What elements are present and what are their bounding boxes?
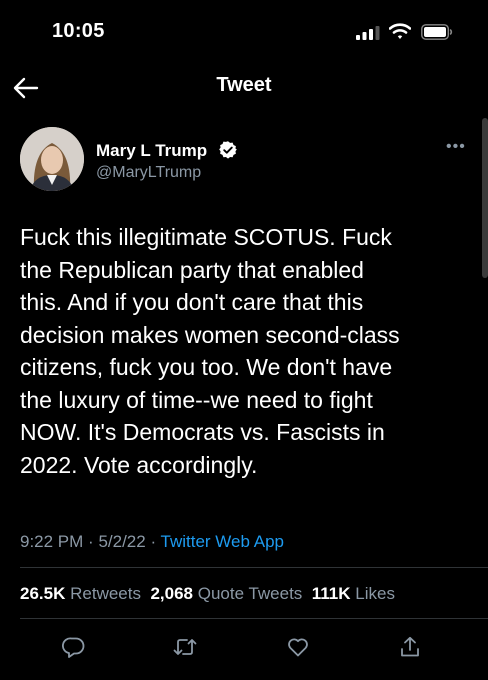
divider xyxy=(20,618,488,619)
nav-bar: Tweet xyxy=(0,66,488,108)
author-handle[interactable]: @MaryLTrump xyxy=(96,164,201,182)
meta-separator: · xyxy=(88,532,99,551)
like-icon[interactable] xyxy=(286,635,310,659)
meta-separator: · xyxy=(150,532,161,551)
tweet-text: Fuck this illegitimate SCOTUS. Fuck the … xyxy=(20,224,400,478)
battery-icon xyxy=(421,24,453,40)
likes-label: Likes xyxy=(355,584,395,603)
retweet-icon[interactable] xyxy=(173,635,197,659)
avatar-photo xyxy=(20,127,84,191)
tweet-stats: 26.5K Retweets 2,068 Quote Tweets 111K L… xyxy=(20,584,395,604)
tweet-date: 5/2/22 xyxy=(98,532,146,551)
divider xyxy=(20,567,488,568)
wifi-icon xyxy=(389,23,411,39)
likes-count: 111K xyxy=(311,584,351,603)
signal-icon xyxy=(356,26,380,40)
share-icon[interactable] xyxy=(398,635,422,659)
tweet-source-link[interactable]: Twitter Web App xyxy=(161,532,284,551)
quotes-count: 2,068 xyxy=(150,584,193,603)
author-name[interactable]: Mary L Trump xyxy=(96,141,207,161)
retweets-stat[interactable]: 26.5K Retweets xyxy=(20,584,141,603)
scrollbar[interactable] xyxy=(482,118,488,278)
page-title: Tweet xyxy=(216,74,272,96)
tweet-meta: 9:22 PM · 5/2/22 · Twitter Web App xyxy=(20,532,284,552)
retweets-count: 26.5K xyxy=(20,584,66,603)
verified-icon xyxy=(219,141,237,159)
tweet-time: 9:22 PM xyxy=(20,532,84,551)
more-icon[interactable]: ••• xyxy=(446,138,466,156)
quotes-label: Quote Tweets xyxy=(197,584,303,603)
status-time: 10:05 xyxy=(52,20,105,42)
retweets-label: Retweets xyxy=(70,584,141,603)
status-bar: 10:05 xyxy=(0,0,488,66)
avatar[interactable] xyxy=(20,127,84,191)
likes-stat[interactable]: 111K Likes xyxy=(312,584,395,603)
quotes-stat[interactable]: 2,068 Quote Tweets xyxy=(150,584,302,603)
reply-icon[interactable] xyxy=(62,635,86,659)
